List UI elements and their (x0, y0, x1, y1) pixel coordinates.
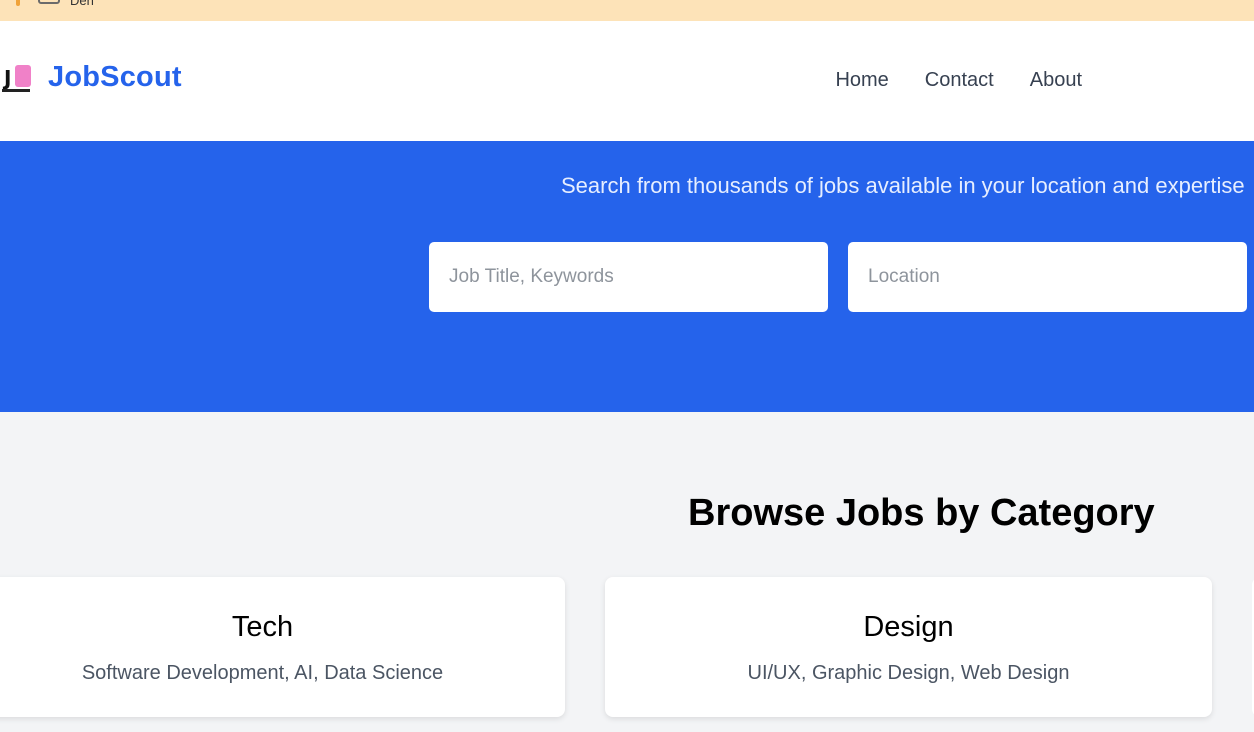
category-name: Design (863, 611, 954, 643)
navbar: J JobScout Home Contact About (0, 21, 1254, 141)
bookmark-icon (16, 0, 20, 6)
strip-label: Den (70, 0, 94, 8)
categories-title: Browse Jobs by Category (688, 492, 1155, 534)
nav-contact-link[interactable]: Contact (925, 69, 994, 92)
nav-home-link[interactable]: Home (835, 69, 888, 92)
location-input[interactable] (848, 242, 1247, 312)
category-description: Software Development, AI, Data Science (81, 662, 444, 684)
category-card-tech[interactable]: Tech Software Development, AI, Data Scie… (0, 577, 565, 717)
notification-strip: Den (0, 0, 1254, 21)
js-logo-icon: J (2, 64, 34, 92)
category-card-design[interactable]: Design UI/UX, Graphic Design, Web Design (605, 577, 1212, 717)
nav-links: Home Contact About (835, 69, 1082, 92)
brand-name: JobScout (48, 61, 182, 93)
category-description: UI/UX, Graphic Design, Web Design (747, 662, 1070, 684)
category-name: Tech (231, 611, 294, 643)
brand[interactable]: J JobScout (2, 61, 182, 94)
hero-section: Search from thousands of jobs available … (0, 141, 1254, 412)
hero-subtitle: Search from thousands of jobs available … (561, 173, 1245, 198)
keywords-input[interactable] (429, 242, 828, 312)
nav-about-link[interactable]: About (1030, 69, 1082, 92)
folder-icon (38, 0, 60, 4)
